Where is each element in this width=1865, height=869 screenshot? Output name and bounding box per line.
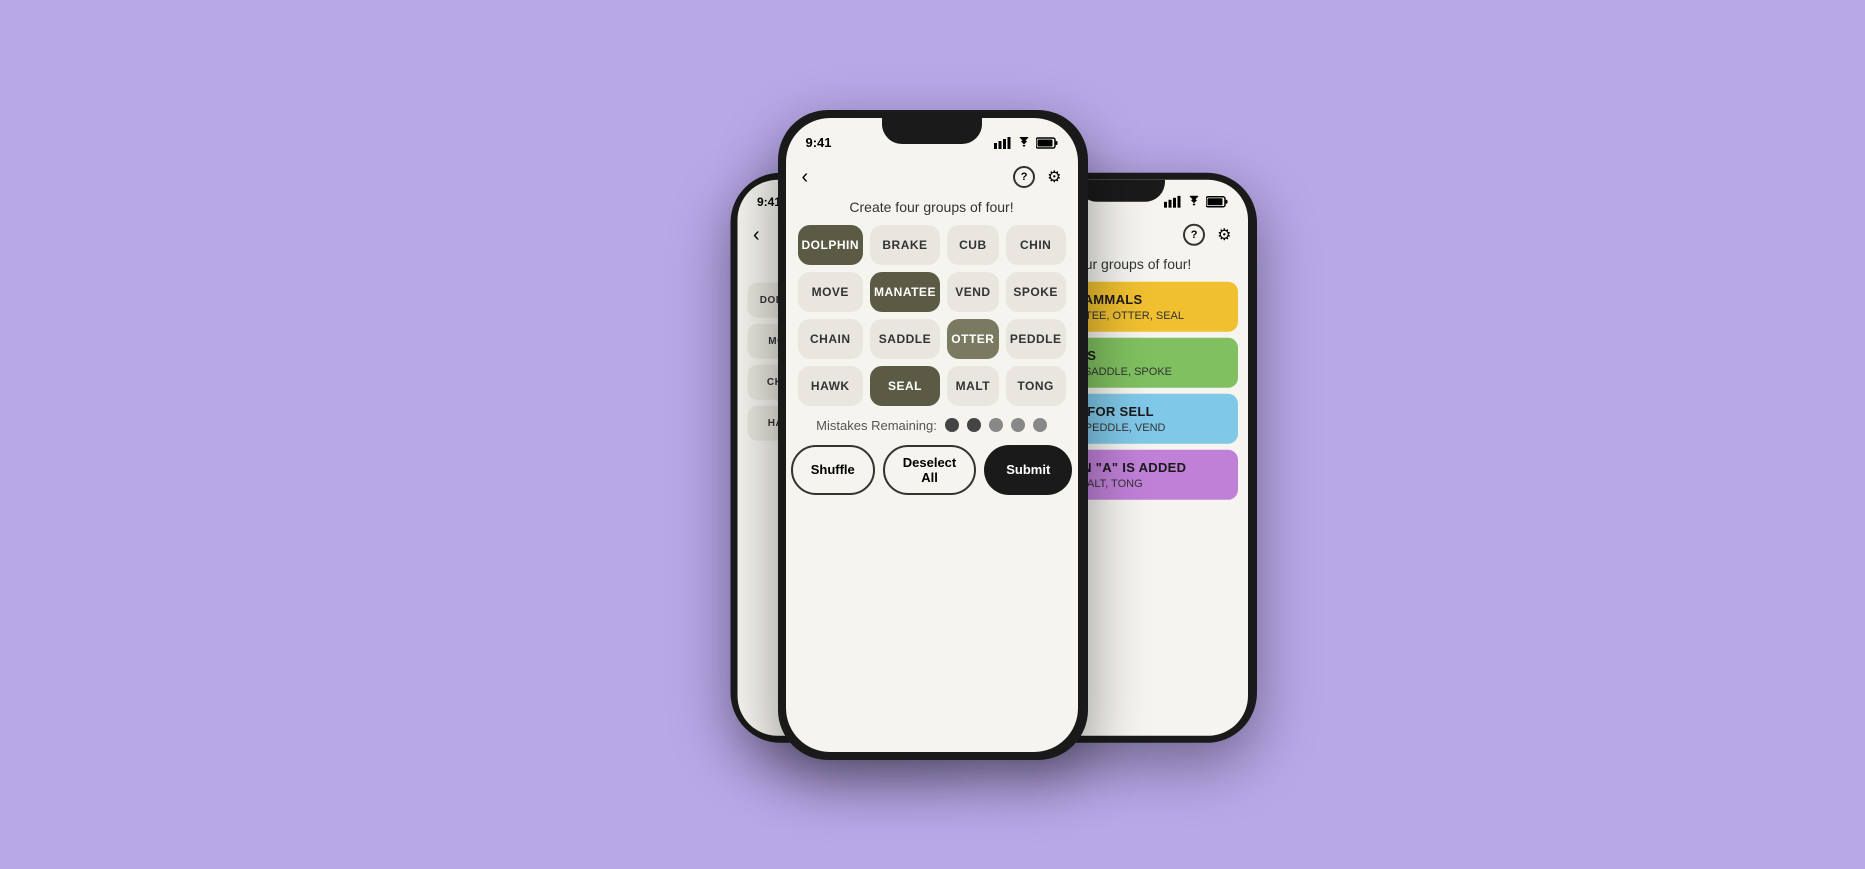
- word-tile-brake[interactable]: BRAKE: [870, 225, 940, 265]
- center-help-icon[interactable]: ?: [1013, 166, 1035, 188]
- submit-button[interactable]: Submit: [984, 445, 1072, 495]
- buttons-row: Shuffle Deselect All Submit: [786, 445, 1078, 495]
- wifi-icon: [1187, 196, 1201, 208]
- mistakes-row: Mistakes Remaining:: [786, 406, 1078, 445]
- center-word-grid: DOLPHINBRAKECUBCHIN MOVEMANATEEVENDSPOKE C…: [786, 225, 1078, 406]
- center-nav-icons: ? ⚙: [1013, 166, 1061, 188]
- battery-icon: [1206, 196, 1228, 208]
- center-signal-icon: [994, 137, 1012, 149]
- center-subtitle: Create four groups of four!: [786, 193, 1078, 225]
- center-wifi-icon: [1017, 137, 1031, 149]
- dot-3: [989, 418, 1003, 432]
- word-tile-seal[interactable]: SEAL: [870, 366, 940, 406]
- center-phone: 9:41 ‹ ? ⚙ Create four groups of four! D…: [778, 110, 1088, 760]
- word-tile-malt[interactable]: MALT: [947, 366, 999, 406]
- deselect-all-button[interactable]: Deselect All: [883, 445, 976, 495]
- word-tile-hawk[interactable]: HAWK: [798, 366, 864, 406]
- right-nav-icons: ? ⚙: [1183, 223, 1231, 245]
- mistakes-label: Mistakes Remaining:: [816, 418, 937, 433]
- word-tile-saddle[interactable]: SADDLE: [870, 319, 940, 359]
- right-help-icon[interactable]: ?: [1183, 223, 1205, 245]
- signal-icon: [1164, 196, 1182, 208]
- word-tile-chin[interactable]: CHIN: [1006, 225, 1066, 265]
- center-phone-screen: 9:41 ‹ ? ⚙ Create four groups of four! D…: [786, 118, 1078, 752]
- dot-4: [1011, 418, 1025, 432]
- word-tile-manatee[interactable]: MANATEE: [870, 272, 940, 312]
- word-tile-chain[interactable]: CHAIN: [798, 319, 864, 359]
- word-tile-vend[interactable]: VEND: [947, 272, 999, 312]
- right-gear-icon[interactable]: ⚙: [1217, 224, 1231, 244]
- word-tile-dolphin[interactable]: DOLPHIN: [798, 225, 864, 265]
- dot-5: [1033, 418, 1047, 432]
- word-tile-otter[interactable]: OTTER: [947, 319, 999, 359]
- word-tile-tong[interactable]: TONG: [1006, 366, 1066, 406]
- shuffle-button[interactable]: Shuffle: [791, 445, 875, 495]
- dot-2: [967, 418, 981, 432]
- word-tile-spoke[interactable]: SPOKE: [1006, 272, 1066, 312]
- dot-1: [945, 418, 959, 432]
- right-notch: [1077, 179, 1165, 201]
- word-tile-cub[interactable]: CUB: [947, 225, 999, 265]
- word-tile-move[interactable]: MOVE: [798, 272, 864, 312]
- center-notch: [882, 118, 982, 144]
- center-gear-icon[interactable]: ⚙: [1047, 167, 1061, 187]
- word-tile-peddle[interactable]: PEDDLE: [1006, 319, 1066, 359]
- right-status-icons: [1164, 196, 1228, 208]
- left-back-button[interactable]: ‹: [753, 223, 760, 246]
- center-time: 9:41: [806, 135, 832, 150]
- center-status-icons: [994, 137, 1058, 149]
- center-back-button[interactable]: ‹: [802, 166, 809, 189]
- center-nav-bar: ‹ ? ⚙: [786, 162, 1078, 193]
- center-battery-icon: [1036, 137, 1058, 149]
